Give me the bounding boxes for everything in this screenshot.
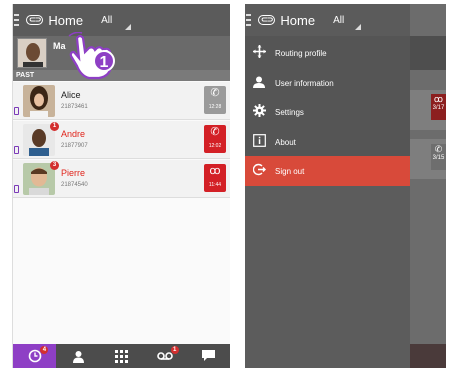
missed-count-badge: 3 (50, 161, 59, 170)
tab-dialpad[interactable] (100, 344, 143, 368)
user-icon (251, 76, 267, 91)
chat-icon (201, 350, 215, 361)
top-bar: ⊂⊃ Home All (245, 4, 410, 36)
contact-name: Alice (61, 90, 81, 100)
call-time: 12:28 (208, 104, 222, 110)
phone-icon: ✆ (210, 87, 220, 99)
call-row[interactable]: 3 Pierre 21874540 ꝏ 11:44 (13, 160, 230, 198)
contact-number: 21874540 (61, 182, 88, 188)
bottom-nav: 4 1 (13, 344, 230, 368)
dialpad-icon (115, 349, 129, 363)
menu-item-label: Routing profile (275, 48, 327, 58)
contact-number: 21873461 (61, 104, 88, 110)
filter-all[interactable]: All (101, 15, 112, 26)
filter-dropdown-icon[interactable] (355, 24, 361, 30)
contact-number: 21877907 (61, 143, 88, 149)
voicemail-icon: ꝏ (433, 94, 444, 104)
person-icon (72, 350, 84, 363)
user-avatar (17, 38, 47, 68)
mobile-device-icon (14, 107, 19, 115)
mobile-device-icon (14, 146, 19, 154)
voicemail-icon: ꝏ (209, 165, 221, 177)
call-time: 12:02 (208, 143, 222, 149)
missed-call-icon: ✆ (210, 126, 220, 138)
brand-logo: ⊂⊃ (26, 15, 44, 25)
dimmed-header (410, 36, 446, 70)
contact-name: Pierre (61, 168, 86, 178)
dimmed-nav (410, 344, 446, 368)
filter-all[interactable]: All (333, 15, 344, 26)
dimmed-content[interactable]: ꝏ 3/17 ✆ 3/15 (410, 4, 446, 368)
contact-name: Andre (61, 129, 86, 139)
gear-icon (251, 104, 267, 120)
tab-chat[interactable] (187, 344, 230, 368)
voicemail-icon (157, 352, 173, 360)
call-tile[interactable]: ꝏ 11:44 (204, 164, 226, 192)
menu-item-sign-out[interactable]: Sign out (245, 156, 410, 186)
menu-item-label: Settings (275, 107, 304, 117)
tutorial-step-badge: 1 (93, 50, 115, 72)
info-icon (251, 134, 267, 150)
dimmed-time: 3/17 (432, 105, 445, 111)
phone-icon: ✆ (434, 144, 443, 154)
menu-item-routing-profile[interactable]: Routing profile (245, 38, 410, 68)
missed-count-badge: 1 (50, 122, 59, 131)
call-tile[interactable]: ✆ 12:28 (204, 86, 226, 114)
home-screen: ⊂⊃ Home All Ma PAST Alice 21873461 ✆ 12:… (12, 4, 230, 368)
tab-contacts[interactable] (56, 344, 99, 368)
sign-out-icon (251, 163, 267, 179)
call-time: 11:44 (208, 182, 222, 188)
menu-item-label: Sign out (275, 166, 305, 176)
menu-icon[interactable] (246, 14, 252, 26)
dimmed-tile: ✆ 3/15 (431, 144, 446, 170)
call-row[interactable]: Alice 21873461 ✆ 12:28 (13, 82, 230, 120)
contact-photo (23, 85, 55, 117)
drawer-empty-area (245, 186, 410, 368)
menu-item-about[interactable]: About (245, 127, 410, 157)
home-title[interactable]: Home (48, 13, 83, 28)
menu-item-label: About (275, 137, 296, 147)
history-badge: 4 (40, 346, 49, 354)
brand-logo: ⊂⊃ (258, 15, 276, 25)
mobile-device-icon (14, 185, 19, 193)
call-tile[interactable]: ✆ 12:02 (204, 125, 226, 153)
voicemail-badge: 1 (170, 346, 179, 354)
home-title[interactable]: Home (280, 13, 315, 28)
menu-icon[interactable] (14, 14, 20, 26)
routing-icon (251, 45, 267, 61)
tab-voicemail[interactable]: 1 (143, 344, 186, 368)
dimmed-time: 3/15 (432, 155, 445, 161)
dimmed-tile: ꝏ 3/17 (431, 94, 446, 120)
menu-item-settings[interactable]: Settings (245, 97, 410, 127)
filter-dropdown-icon[interactable] (125, 24, 131, 30)
menu-item-user-information[interactable]: User information (245, 68, 410, 98)
tab-history[interactable]: 4 (13, 344, 57, 368)
menu-screen: ⊂⊃ Home All Routing profile User informa… (245, 4, 446, 368)
call-row[interactable]: 1 Andre 21877907 ✆ 12:02 (13, 121, 230, 159)
menu-item-label: User information (275, 78, 334, 88)
navigation-drawer: Routing profile User information Setting… (245, 36, 410, 368)
